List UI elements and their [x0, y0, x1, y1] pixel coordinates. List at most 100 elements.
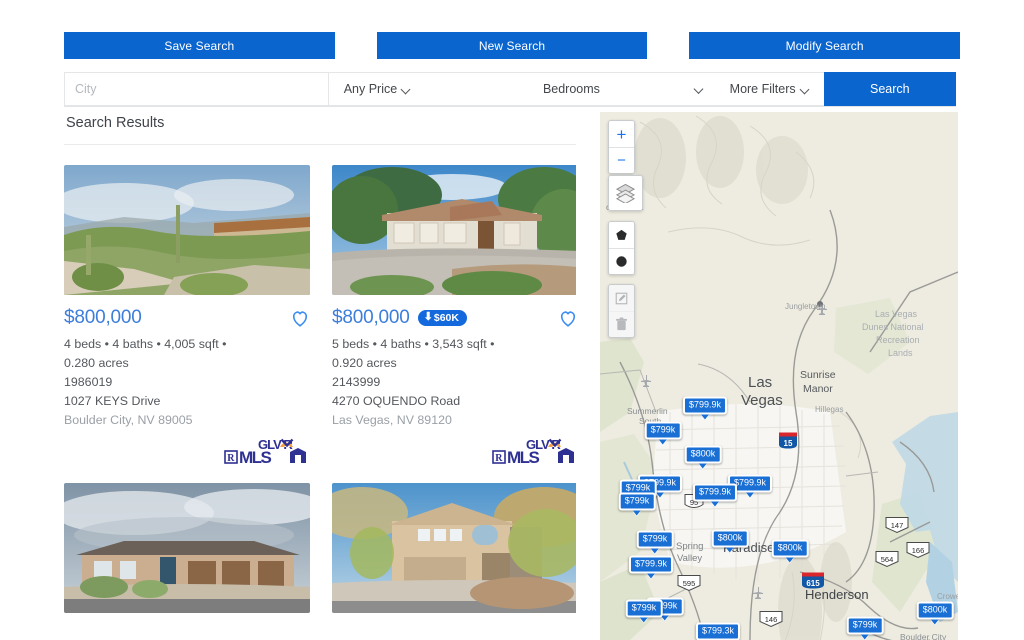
glvar-mls-logo: GLV R R MLS: [332, 436, 576, 466]
map-marker-pointer: [656, 492, 664, 497]
map-marker-pointer: [651, 548, 659, 553]
map-marker-pointer: [746, 492, 754, 497]
map-price-marker[interactable]: $800k: [684, 445, 722, 468]
listing-specs: 4 beds • 4 baths • 4,005 sqft •: [64, 337, 227, 351]
svg-text:595: 595: [683, 579, 696, 588]
map-price-marker-label: $800k: [684, 445, 722, 463]
single-story-stucco-home-photo[interactable]: [64, 483, 310, 613]
two-story-tan-home-photo[interactable]: [332, 483, 576, 613]
favorite-heart-icon[interactable]: [558, 309, 576, 327]
favorite-heart-icon[interactable]: [290, 309, 310, 327]
modify-search-button[interactable]: Modify Search: [689, 32, 961, 59]
map-marker-pointer: [931, 619, 939, 624]
svg-text:R: R: [227, 453, 235, 464]
chevron-down-icon: [801, 85, 810, 94]
draw-polygon-button[interactable]: [609, 222, 634, 248]
map-price-marker[interactable]: $799k: [618, 492, 656, 515]
map-marker-pointer: [640, 617, 648, 622]
map-price-marker[interactable]: $799k: [636, 530, 674, 553]
trash-icon: [615, 317, 628, 331]
zoom-in-button[interactable]: +: [609, 121, 634, 147]
map-price-marker-label: $799k: [636, 530, 674, 548]
route-shield: 595: [677, 575, 701, 592]
results-divider: [64, 144, 576, 145]
map-place-label: Henderson: [805, 587, 869, 602]
map-zoom-controls: + −: [608, 120, 635, 174]
save-search-button[interactable]: Save Search: [64, 32, 335, 59]
search-button[interactable]: Search: [823, 72, 956, 106]
map-price-marker-label: $799.9k: [682, 396, 728, 414]
new-search-button[interactable]: New Search: [376, 32, 648, 59]
listing-card[interactable]: [64, 483, 310, 613]
delete-shape-button[interactable]: [609, 311, 634, 337]
svg-text:146: 146: [765, 615, 778, 624]
map-draw-controls: [608, 221, 635, 275]
arrow-down-icon: ⬇: [423, 311, 433, 324]
city-input[interactable]: [64, 72, 329, 106]
map-place-label: Lands: [888, 348, 913, 358]
filter-bar: Any Price Bedrooms More Filters Search: [64, 72, 956, 107]
draw-circle-button[interactable]: [609, 248, 634, 274]
polygon-icon: [616, 229, 627, 240]
map-layers-control: [608, 175, 643, 211]
map-price-marker-label: $800k: [771, 539, 809, 557]
svg-text:615: 615: [806, 579, 820, 588]
price-filter-dropdown[interactable]: Any Price: [328, 72, 428, 106]
search-action-bar: Save Search New Search Modify Search: [64, 32, 961, 59]
map-marker-pointer: [861, 634, 869, 639]
map-price-marker[interactable]: $800k: [916, 601, 954, 624]
spanish-ranch-home-photo[interactable]: [332, 165, 576, 295]
map-price-marker[interactable]: $799.9k: [682, 396, 728, 419]
listing-price: $800,000: [332, 307, 410, 328]
svg-text:R: R: [495, 453, 503, 464]
map-place-label: Dunes National: [862, 322, 924, 332]
map-price-marker[interactable]: $799k: [644, 421, 682, 444]
svg-text:MLS: MLS: [239, 448, 272, 466]
map-price-marker[interactable]: $799.3k: [695, 622, 741, 640]
glvar-mls-logo: GLV R R MLS: [64, 436, 310, 466]
search-results-panel: Search Results $800,000 4 beds • 4 baths…: [64, 112, 576, 640]
layers-button[interactable]: [609, 176, 642, 210]
listing-acres: 0.920 acres: [332, 356, 397, 370]
map-edit-controls: [608, 284, 635, 338]
price-row: $800,000: [64, 307, 310, 329]
listing-card[interactable]: $800,000 4 beds • 4 baths • 4,005 sqft •…: [64, 165, 310, 466]
chevron-down-icon: [695, 85, 704, 94]
zoom-out-button[interactable]: −: [609, 147, 634, 173]
map-price-marker[interactable]: $799k: [625, 599, 663, 622]
map-place-label: Summerlin: [627, 406, 668, 416]
route-shield: 147: [885, 517, 909, 534]
listing-mls-id: 2143999: [332, 375, 381, 389]
map-price-marker-label: $799.9k: [628, 555, 674, 573]
map-price-marker-label: $799.3k: [695, 622, 741, 640]
map-marker-pointer: [786, 557, 794, 562]
listing-card[interactable]: [332, 483, 576, 613]
map-place-label: Vegas: [741, 392, 783, 409]
more-filters-label: More Filters: [729, 82, 796, 96]
map-price-marker-label: $799k: [644, 421, 682, 439]
listing-city-state-zip: Las Vegas, NV 89120: [332, 413, 452, 427]
map-price-marker[interactable]: $799.9k: [692, 483, 738, 506]
edit-shape-button[interactable]: [609, 285, 634, 311]
listing-meta: 5 beds • 4 baths • 3,543 sqft • 0.920 ac…: [332, 335, 576, 430]
map-price-marker[interactable]: $800k: [711, 529, 749, 552]
bedrooms-filter-select[interactable]: Bedrooms: [427, 72, 716, 106]
property-search-page: Save Search New Search Modify Search Any…: [0, 0, 1024, 640]
map-price-marker-label: $800k: [711, 529, 749, 547]
map-price-marker-label: $799.9k: [692, 483, 738, 501]
route-shield: 615: [802, 572, 824, 589]
svg-text:MLS: MLS: [507, 448, 540, 466]
route-shield: 15: [779, 432, 797, 449]
listing-address: 4270 OQUENDO Road: [332, 394, 461, 408]
desert-hillside-home-photo[interactable]: [64, 165, 310, 295]
svg-text:166: 166: [912, 546, 925, 555]
map-price-marker[interactable]: $799k: [846, 616, 884, 639]
listing-card[interactable]: $800,000 ⬇ $60K 5 beds • 4 baths • 3,543 …: [332, 165, 576, 466]
price-drop-amount: $60K: [433, 311, 459, 324]
map-price-marker[interactable]: $799.9k: [628, 555, 674, 578]
more-filters-dropdown[interactable]: More Filters: [715, 72, 824, 106]
map-marker-pointer: [647, 573, 655, 578]
map-place-label: Manor: [803, 383, 833, 395]
property-map[interactable]: orn CreekJungletownLas VegasDunes Nation…: [600, 112, 958, 640]
map-price-marker[interactable]: $800k: [771, 539, 809, 562]
